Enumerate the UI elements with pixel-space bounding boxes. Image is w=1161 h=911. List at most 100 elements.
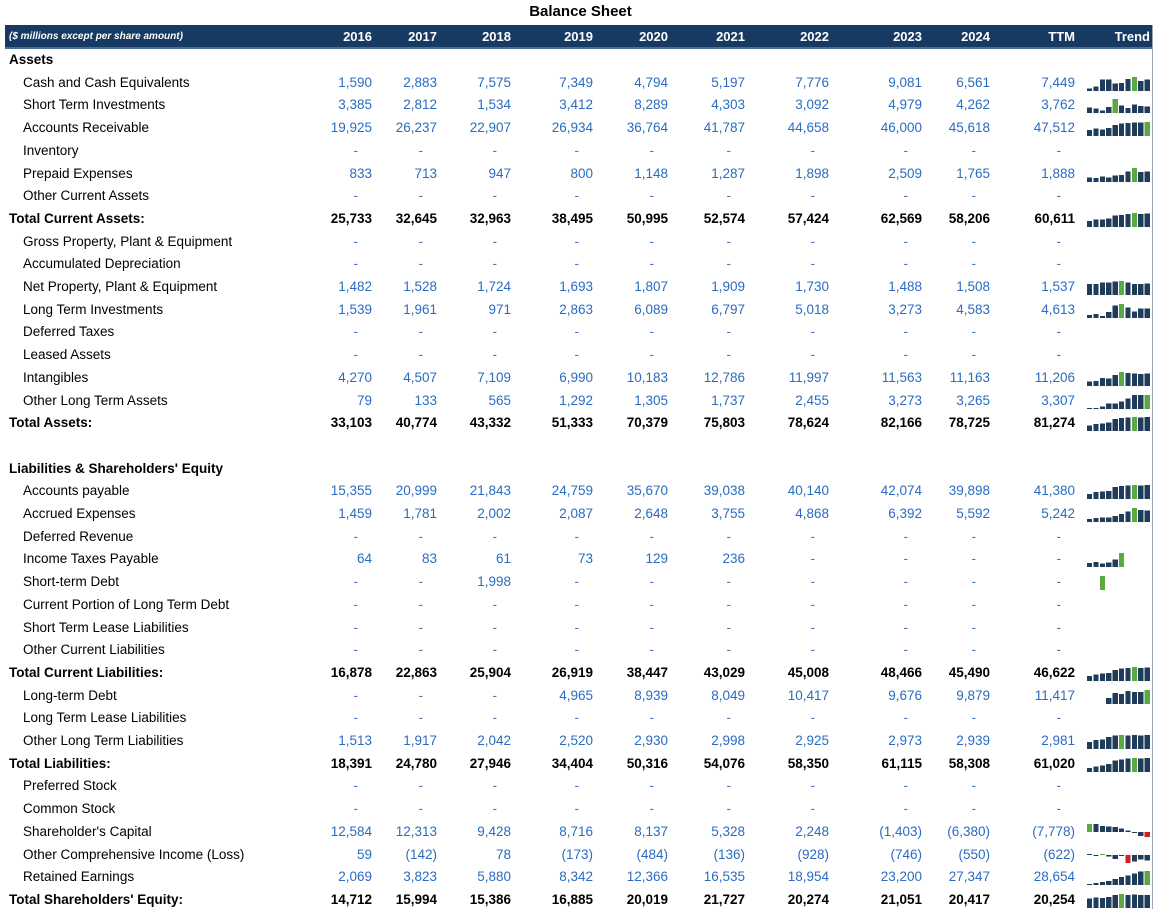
trend-bar [1099,897,1105,908]
cell-value: - [1056,347,1062,363]
table-row: Intangibles 4,270 4,507 7,109 6,990 10,183 12,… [5,367,1155,389]
trend-sparkline [1087,485,1150,500]
trend-bar [1099,491,1105,500]
trend-bar [1125,667,1131,681]
trend-bar [1144,735,1150,749]
trend-sparkline [1087,303,1150,318]
cell-value: (6,380) [947,823,990,839]
cell-value: - [726,256,732,272]
cell-value: 11,997 [788,369,829,385]
trend-bar [1106,282,1112,295]
trend-sparkline [1087,99,1150,114]
table-row: Assets [5,49,1155,71]
cell-value: 6,561 [956,74,990,90]
trend-bar [1131,373,1137,386]
trend-bar [1087,494,1093,500]
cell-value: 57,424 [787,210,829,226]
row-label: Total Current Assets: [9,210,145,226]
trend-bar [1106,697,1112,704]
trend-bar [1112,403,1118,409]
cell-value: 61 [495,551,511,567]
cell-value: 7,449 [1041,74,1075,90]
trend-bar [1106,403,1112,409]
table-row: Accounts payable 15,355 20,999 21,843 24,759… [5,480,1155,502]
cell-value: 41,787 [703,120,745,136]
cell-value: 47,512 [1033,120,1075,136]
row-label: Accrued Expenses [23,506,136,521]
cell-value: - [492,347,498,363]
trend-bar [1125,398,1131,409]
trend-bar [1087,407,1093,409]
cell-value: - [810,710,816,726]
table-row: Liabilities & Shareholders' Equity [5,458,1155,480]
cell-value: 971 [488,301,511,317]
trend-bar [1131,854,1137,861]
trend-bar [1131,417,1137,432]
cell-value: 3,265 [956,392,990,408]
cell-value: - [810,188,816,204]
trend-bar [1138,122,1144,137]
table-row: Long Term Lease Liabilities - - - - - - - - - - [5,707,1155,729]
cell-value: - [1056,188,1062,204]
trend-bar [1112,894,1118,908]
cell-value: - [726,619,732,635]
table-row: Total Assets: 33,103 40,774 43,332 51,333 70,… [5,412,1155,434]
cell-value: - [492,710,498,726]
trend-bar [1119,854,1125,856]
row-label: Deferred Revenue [23,528,134,544]
units-note: ($ millions except per share amount) [9,31,183,42]
trend-bar [1087,853,1093,855]
trend-bar [1125,282,1131,295]
cell-value: 7,109 [477,369,511,385]
cell-value: 5,242 [1041,506,1075,521]
trend-bar [1099,406,1105,409]
trend-bar [1125,758,1131,772]
cell-value: 41,380 [1033,483,1075,499]
row-label: Long-term Debt [23,687,117,703]
row-label: Other Long Term Assets [23,392,168,408]
trend-bar [1093,424,1099,432]
trend-bar [1112,692,1118,704]
trend-bar [1131,167,1137,182]
trend-bar [1138,854,1144,860]
table-row: Total Shareholders' Equity: 14,712 15,994 1… [5,889,1155,911]
cell-value: 4,583 [956,301,990,317]
cell-value: - [726,710,732,726]
cell-value: - [971,596,977,612]
cell-value: 81,274 [1033,415,1075,431]
trend-bar [1125,417,1131,432]
cell-value: 27,347 [948,869,990,885]
cell-value: - [1056,324,1062,340]
trend-sparkline [1099,576,1105,591]
trend-bar [1093,897,1099,908]
trend-bar [1119,877,1125,886]
trend-bar [1099,219,1105,227]
trend-sparkline [1106,689,1150,704]
cell-value: - [1056,551,1062,567]
trend-bar [1099,563,1105,568]
cell-value: 4,868 [795,506,829,521]
trend-bar [1144,213,1150,227]
cell-value: - [971,233,977,249]
trend-bar [1131,76,1137,91]
cell-value: - [971,188,977,204]
row-label: Other Comprehensive Income (Loss) [23,846,245,862]
row-label: Cash and Cash Equivalents [23,74,190,90]
trend-bar [1112,83,1118,91]
trend-bar [1106,826,1112,832]
trend-bar [1093,518,1099,522]
table-row: Long-term Debt - - -4,965 8,939 8,049 10,417 9,… [5,685,1155,707]
trend-bar [1112,826,1118,832]
trend-bar [1119,735,1125,749]
trend-bar [1093,740,1099,749]
trend-bar [1138,213,1144,227]
trend-bar [1119,123,1125,137]
cell-value: 78,624 [787,415,829,431]
trend-bar [1119,693,1125,704]
cell-value: - [971,642,977,658]
trend-bar [1138,691,1144,704]
cell-value: 1,724 [477,279,511,294]
cell-value: 5,592 [956,506,990,521]
row-label: Total Shareholders' Equity: [9,891,183,907]
trend-bar [1112,215,1118,227]
